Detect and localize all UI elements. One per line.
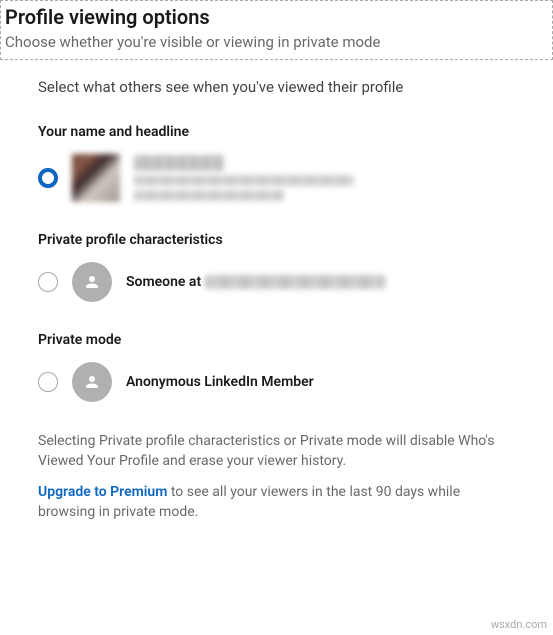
radio-semi-private[interactable] [38,272,58,292]
instruction-text: Select what others see when you've viewe… [38,78,515,96]
settings-header: Profile viewing options Choose whether y… [0,0,553,60]
user-headline-redacted [134,175,354,186]
someone-prefix: Someone at [126,274,201,290]
settings-content: Select what others see when you've viewe… [0,60,553,522]
company-redacted [205,275,385,289]
option-full-label: Your name and headline [38,124,515,140]
user-avatar [72,154,120,202]
option-semi-row[interactable]: Someone at [38,260,515,304]
watermark: wsxdn.com [491,618,547,631]
option-semi-private: Private profile characteristics Someone … [38,232,515,304]
semi-private-text: Someone at [126,274,385,290]
option-semi-label: Private profile characteristics [38,232,515,248]
user-profile-info [134,155,354,201]
page-title: Profile viewing options [5,5,548,29]
radio-full-profile[interactable] [38,168,58,188]
page-subtitle: Choose whether you're visible or viewing… [5,33,548,51]
option-private-label: Private mode [38,332,515,348]
option-full-profile: Your name and headline [38,124,515,204]
radio-private-mode[interactable] [38,372,58,392]
disable-warning-text: Selecting Private profile characteristic… [38,432,515,471]
premium-note: Upgrade to Premium to see all your viewe… [38,483,515,522]
user-name-redacted [134,155,224,171]
option-private-row[interactable]: Anonymous LinkedIn Member [38,360,515,404]
user-subline-redacted [134,190,284,201]
anonymous-text: Anonymous LinkedIn Member [126,374,314,390]
option-private-mode: Private mode Anonymous LinkedIn Member [38,332,515,404]
upgrade-premium-link[interactable]: Upgrade to Premium [38,484,167,500]
option-full-row[interactable] [38,152,515,204]
person-icon [72,262,112,302]
person-icon [72,362,112,402]
